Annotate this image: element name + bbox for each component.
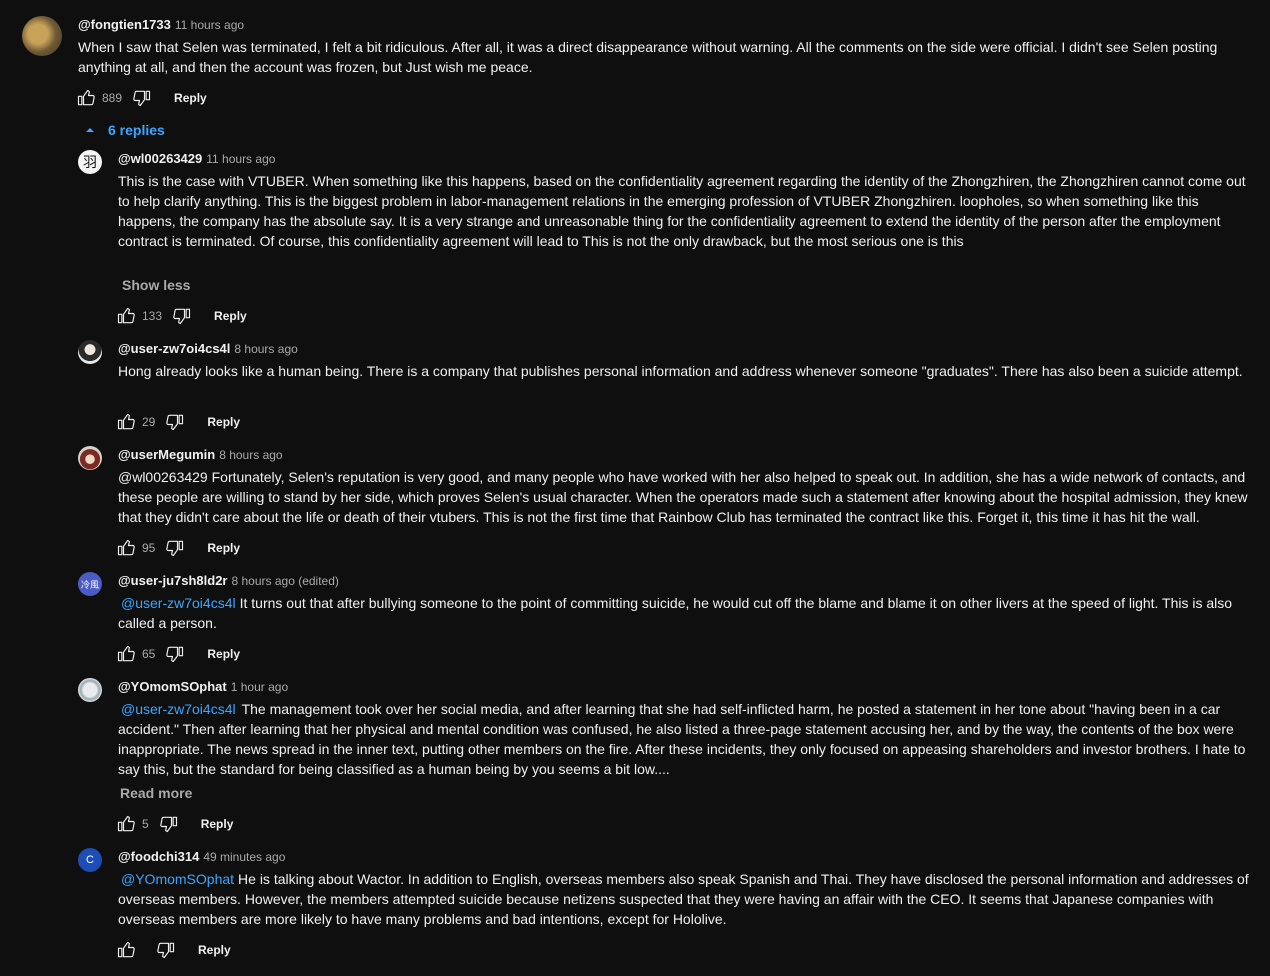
replies-count-label: 6 replies <box>108 122 165 138</box>
timestamp[interactable]: 1 hour ago <box>231 680 288 694</box>
reply-text: @YOmomSOphat He is talking about Wactor. … <box>118 869 1258 929</box>
author-handle[interactable]: @YOmomSOphat <box>118 679 227 694</box>
reply-text: Hong already looks like a human being. T… <box>118 363 1243 379</box>
reply-text: @user-zw7oi4cs4l The management took over… <box>118 699 1258 779</box>
avatar[interactable] <box>78 678 102 702</box>
like-count: 65 <box>142 647 156 661</box>
avatar[interactable] <box>78 446 102 470</box>
like-button[interactable] <box>114 536 138 560</box>
thumb-down-icon <box>159 814 179 834</box>
timestamp[interactable]: 8 hours ago (edited) <box>232 574 339 588</box>
reply-header: @user-ju7sh8ld2r 8 hours ago (edited) <box>118 572 339 590</box>
like-button[interactable] <box>74 86 98 110</box>
dislike-button[interactable] <box>163 536 187 560</box>
author-handle[interactable]: @userMegumin <box>118 447 215 462</box>
like-count: 133 <box>142 309 163 323</box>
avatar[interactable] <box>78 340 102 364</box>
dislike-button[interactable] <box>157 812 181 836</box>
thumb-down-icon <box>172 306 192 326</box>
reply-button[interactable]: Reply <box>214 309 247 323</box>
reply-header: @wl00263429 11 hours ago <box>118 150 275 168</box>
reply-actions: 133 Reply <box>114 304 247 328</box>
dislike-button[interactable] <box>154 938 178 962</box>
like-count: 29 <box>142 415 156 429</box>
reply-button[interactable]: Reply <box>198 943 231 957</box>
reply-header: @userMegumin 8 hours ago <box>118 446 283 464</box>
thumb-up-icon <box>116 814 136 834</box>
reply-actions: 5 Reply <box>114 812 233 836</box>
timestamp[interactable]: 49 minutes ago <box>203 850 285 864</box>
avatar[interactable]: C <box>78 848 102 872</box>
reply-button[interactable]: Reply <box>174 91 207 105</box>
thumb-down-icon <box>165 412 185 432</box>
reply-actions: Reply <box>114 938 231 962</box>
thumb-up-icon <box>116 306 136 326</box>
avatar[interactable]: 羽 <box>78 150 102 174</box>
like-button[interactable] <box>114 304 138 328</box>
like-button[interactable] <box>114 938 138 962</box>
thumb-up-icon <box>116 644 136 664</box>
dislike-button[interactable] <box>170 304 194 328</box>
like-count: 95 <box>142 541 156 555</box>
timestamp[interactable]: 8 hours ago <box>234 342 297 356</box>
thumb-down-icon <box>132 88 152 108</box>
comment-header: @fongtien1733 11 hours ago <box>78 16 244 34</box>
timestamp[interactable]: 11 hours ago <box>206 152 275 166</box>
reply-text-body: He is talking about Wactor. In addition … <box>118 871 1249 927</box>
reply-text: This is the case with VTUBER. When somet… <box>118 173 1246 249</box>
dislike-button[interactable] <box>163 642 187 666</box>
reply-text: @user-zw7oi4cs4l It turns out that after … <box>118 593 1258 633</box>
mention-link[interactable]: @user-zw7oi4cs4l <box>121 701 236 717</box>
thumb-up-icon <box>76 88 96 108</box>
reply-actions: 29 Reply <box>114 410 240 434</box>
mention-link[interactable]: @user-zw7oi4cs4l <box>121 595 236 611</box>
thumb-up-icon <box>116 412 136 432</box>
like-count: 5 <box>142 817 149 831</box>
reply-button[interactable]: Reply <box>207 415 240 429</box>
avatar[interactable] <box>22 16 62 56</box>
timestamp[interactable]: 11 hours ago <box>175 18 244 32</box>
show-less-button[interactable]: Show less <box>122 277 190 293</box>
avatar[interactable]: 冷風 <box>78 572 102 596</box>
read-more-button[interactable]: Read more <box>120 785 192 801</box>
comment-text: When I saw that Selen was terminated, I … <box>78 39 1218 75</box>
reply-button[interactable]: Reply <box>207 541 240 555</box>
timestamp[interactable]: 8 hours ago <box>219 448 282 462</box>
mention-link[interactable]: @YOmomSOphat <box>121 871 234 887</box>
reply-actions: 65 Reply <box>114 642 240 666</box>
thumb-up-icon <box>116 538 136 558</box>
thumb-down-icon <box>165 538 185 558</box>
dislike-button[interactable] <box>130 86 154 110</box>
author-handle[interactable]: @wl00263429 <box>118 151 202 166</box>
dislike-button[interactable] <box>163 410 187 434</box>
thumb-down-icon <box>156 940 176 960</box>
author-handle[interactable]: @foodchi314 <box>118 849 199 864</box>
author-handle[interactable]: @user-ju7sh8ld2r <box>118 573 228 588</box>
reply-text-body: The management took over her social medi… <box>118 701 1246 777</box>
comment-actions: 889 Reply <box>74 86 207 110</box>
reply-text: @wl00263429 Fortunately, Selen's reputat… <box>118 469 1248 525</box>
author-handle[interactable]: @user-zw7oi4cs4l <box>118 341 230 356</box>
like-count: 889 <box>102 91 123 105</box>
reply-button[interactable]: Reply <box>201 817 234 831</box>
reply-header: @YOmomSOphat 1 hour ago <box>118 678 288 696</box>
thumb-up-icon <box>116 940 136 960</box>
chevron-up-icon <box>86 128 94 132</box>
reply-actions: 95 Reply <box>114 536 240 560</box>
reply-text-body: It turns out that after bullying someone… <box>118 595 1233 631</box>
author-handle[interactable]: @fongtien1733 <box>78 17 171 32</box>
reply-header: @user-zw7oi4cs4l 8 hours ago <box>118 340 298 358</box>
replies-toggle-button[interactable]: 6 replies <box>84 122 165 138</box>
thumb-down-icon <box>165 644 185 664</box>
like-button[interactable] <box>114 642 138 666</box>
reply-button[interactable]: Reply <box>207 647 240 661</box>
reply-header: @foodchi314 49 minutes ago <box>118 848 285 866</box>
like-button[interactable] <box>114 410 138 434</box>
like-button[interactable] <box>114 812 138 836</box>
